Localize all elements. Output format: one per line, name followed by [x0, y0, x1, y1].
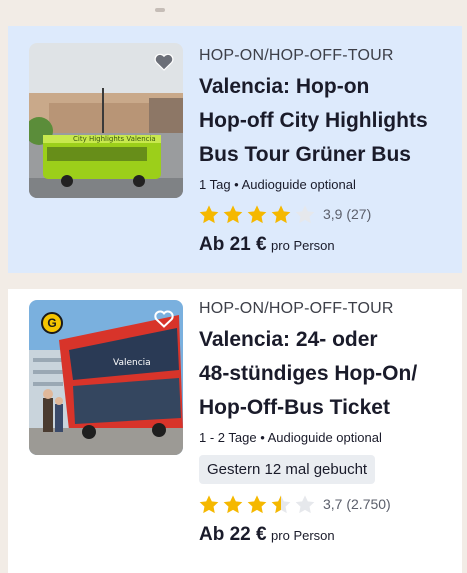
rating: 3,9 (27): [199, 202, 454, 226]
tour-title-line[interactable]: 48-stündiges Hop-On/: [199, 357, 454, 391]
tour-card[interactable]: City Highlights Valencia HOP-ON/HOP-OFF-…: [8, 26, 462, 273]
star-full-icon: [271, 204, 291, 223]
star-empty-icon: [295, 494, 315, 513]
rating-text: 3,7 (2.750): [323, 496, 391, 512]
heart-filled-icon[interactable]: [153, 51, 175, 73]
getyourguide-badge: G: [41, 312, 63, 334]
price-per: pro Person: [271, 238, 335, 253]
booked-badge: Gestern 12 mal gebucht: [199, 455, 376, 484]
rating-text: 3,9 (27): [323, 206, 372, 222]
tour-card[interactable]: Valencia G HOP-ON/HOP-OFF-TOUR Valencia:…: [8, 289, 462, 573]
bus-graphic-text: City Highlights Valencia: [73, 135, 156, 143]
tour-title-line[interactable]: Hop-Off-Bus Ticket: [199, 391, 454, 425]
rating: 3,7 (2.750): [199, 492, 454, 516]
tour-info: HOP-ON/HOP-OFF-TOUR Valencia: 24- oder 4…: [199, 299, 454, 549]
tour-title-line[interactable]: Bus Tour Grüner Bus: [199, 138, 454, 172]
rating-stars: [199, 204, 315, 224]
star-full-icon: [247, 494, 267, 513]
tour-category: HOP-ON/HOP-OFF-TOUR: [199, 47, 394, 64]
tour-info: HOP-ON/HOP-OFF-TOUR Valencia: Hop-on Hop…: [199, 46, 454, 259]
star-empty-icon: [295, 204, 315, 223]
tour-title-line[interactable]: Hop-off City Highlights: [199, 104, 454, 138]
star-full-icon: [223, 204, 243, 223]
star-full-icon: [247, 204, 267, 223]
star-full-icon: [223, 494, 243, 513]
bus-graphic-text: Valencia: [113, 358, 151, 368]
price-per: pro Person: [271, 528, 335, 543]
price-from: Ab 21 €: [199, 234, 267, 255]
heart-outline-icon[interactable]: [153, 308, 175, 330]
star-full-icon: [199, 494, 219, 513]
tour-category: HOP-ON/HOP-OFF-TOUR: [199, 300, 394, 317]
tour-title-line[interactable]: Valencia: 24- oder: [199, 323, 454, 357]
star-full-icon: [199, 204, 219, 223]
tour-meta: 1 - 2 Tage • Audioguide optional: [199, 430, 382, 445]
star-half-icon: [271, 494, 291, 513]
scroll-fragment: [155, 8, 165, 12]
tour-image[interactable]: Valencia G: [29, 300, 183, 455]
tour-list: City Highlights Valencia HOP-ON/HOP-OFF-…: [8, 26, 462, 573]
price: Ab 22 € pro Person: [199, 522, 454, 549]
top-strip: [0, 0, 467, 26]
price: Ab 21 € pro Person: [199, 232, 454, 259]
tour-image[interactable]: City Highlights Valencia: [29, 43, 183, 198]
rating-stars: [199, 494, 315, 514]
price-from: Ab 22 €: [199, 524, 267, 545]
tour-title[interactable]: Valencia: Hop-on Hop-off City Highlights…: [199, 70, 454, 172]
tour-meta: 1 Tag • Audioguide optional: [199, 177, 356, 192]
tour-title-line[interactable]: Valencia: Hop-on: [199, 70, 454, 104]
tour-title[interactable]: Valencia: 24- oder 48-stündiges Hop-On/ …: [199, 323, 454, 425]
